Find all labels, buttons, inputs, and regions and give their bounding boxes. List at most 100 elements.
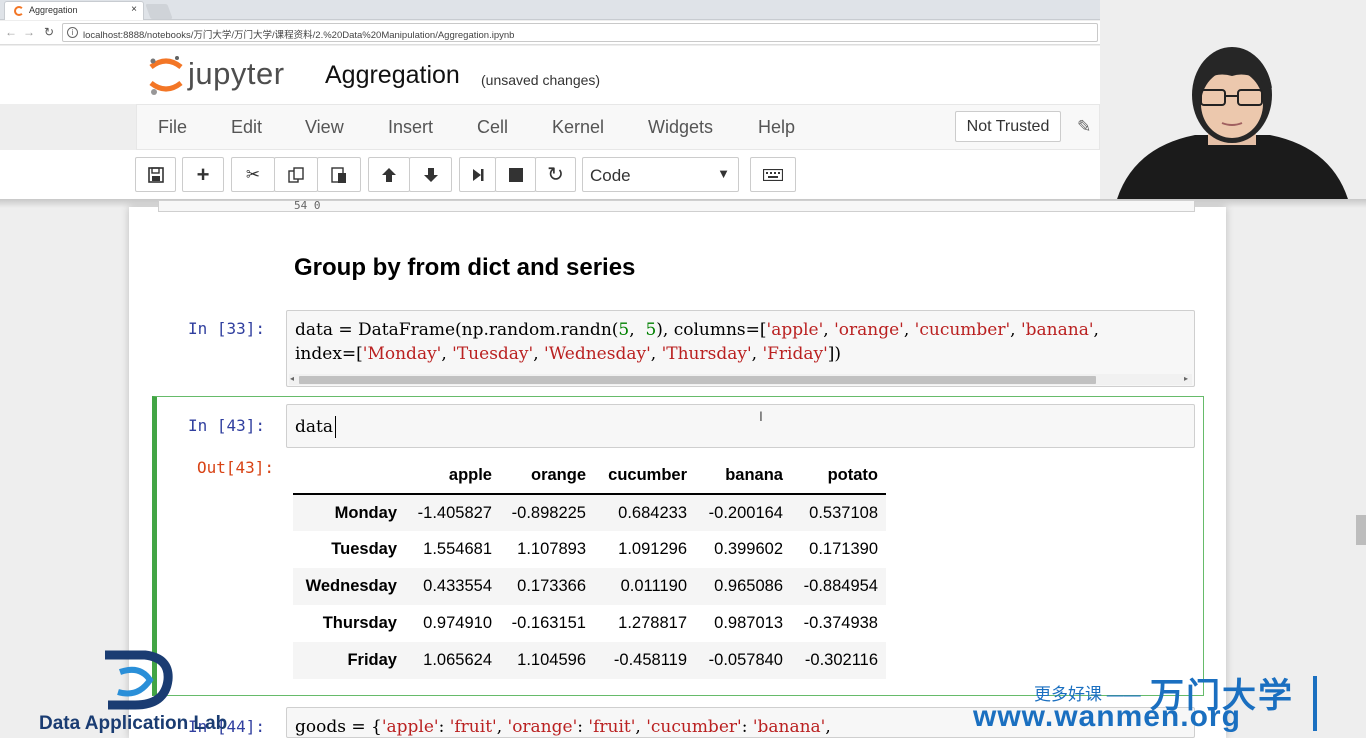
interrupt-button[interactable] <box>495 157 536 192</box>
table-cell: 1.091296 <box>618 540 687 558</box>
table-row: Wednesday 0.433554 0.173366 0.011190 0.9… <box>293 568 886 605</box>
mouse-ibeam-icon: I <box>759 408 763 424</box>
previous-output-fragment: 54 0 <box>158 200 1195 212</box>
table-row: Tuesday 1.554681 1.107893 1.091296 0.399… <box>293 531 886 568</box>
forward-icon[interactable]: → <box>22 25 36 39</box>
row-index: Monday <box>334 503 397 522</box>
keyboard-icon <box>763 168 783 181</box>
table-cell: 1.107893 <box>517 540 586 558</box>
back-icon[interactable]: ← <box>4 25 18 39</box>
table-header-row: apple orange cucumber banana potato <box>293 458 886 495</box>
menu-edit[interactable]: Edit <box>231 117 262 138</box>
table-cell: 1.065624 <box>423 651 492 669</box>
browser-tab[interactable]: Aggregation × <box>4 1 144 20</box>
code-cell-input[interactable] <box>286 404 1195 448</box>
table-cell: 0.987013 <box>714 614 783 632</box>
menu-insert[interactable]: Insert <box>388 117 433 138</box>
row-index: Tuesday <box>331 540 397 558</box>
jupyter-logo-text[interactable]: jupyter <box>188 56 285 92</box>
watermark-url: www.wanmen.org <box>973 700 1241 733</box>
table-cell: 1.554681 <box>423 540 492 558</box>
jupyter-favicon-icon <box>14 6 24 16</box>
table-row: Thursday 0.974910 -0.163151 1.278817 0.9… <box>293 605 886 642</box>
restart-icon: ↻ <box>547 164 564 186</box>
table-cell: -0.163151 <box>511 614 586 632</box>
index-header <box>293 458 405 495</box>
table-cell: 1.278817 <box>618 614 687 632</box>
output-prompt: Out[43]: <box>197 458 275 477</box>
column-header: potato <box>791 458 886 495</box>
jupyter-logo-icon[interactable] <box>148 55 184 97</box>
row-index: Friday <box>347 651 397 669</box>
table-cell: 0.173366 <box>517 577 586 595</box>
scissors-icon: ✂ <box>245 164 261 184</box>
column-header: orange <box>500 458 594 495</box>
save-button[interactable] <box>135 157 176 192</box>
column-header: apple <box>405 458 500 495</box>
table-cell: 0.965086 <box>714 577 783 595</box>
data-application-lab-text: Data Application Lab <box>39 713 228 734</box>
input-prompt: In [33]: <box>188 319 266 338</box>
menu-cell[interactable]: Cell <box>477 117 508 138</box>
cell-type-value: Code <box>590 166 631 185</box>
column-header: banana <box>695 458 791 495</box>
menu-kernel[interactable]: Kernel <box>552 117 604 138</box>
column-header: cucumber <box>594 458 695 495</box>
address-bar-row: ← → ↻ i localhost:8888/notebooks/万门大学/万门… <box>0 21 1100 45</box>
command-palette-button[interactable] <box>750 157 796 192</box>
stop-icon <box>508 167 523 182</box>
menu-widgets[interactable]: Widgets <box>648 117 713 138</box>
run-button[interactable] <box>459 157 496 192</box>
insert-cell-button[interactable]: + <box>182 157 224 192</box>
row-index: Wednesday <box>305 577 397 595</box>
dataframe-table: apple orange cucumber banana potato Mond… <box>293 458 886 679</box>
code-line: index=['Monday', 'Tuesday', 'Wednesday',… <box>295 344 842 364</box>
table-row: Friday 1.065624 1.104596 -0.458119 -0.05… <box>293 642 886 679</box>
page-scrollbar-thumb[interactable] <box>1356 515 1366 545</box>
site-info-icon[interactable]: i <box>67 27 78 38</box>
browser-tab-title: Aggregation <box>29 5 78 15</box>
input-prompt: In [43]: <box>188 416 266 435</box>
markdown-heading[interactable]: Group by from dict and series <box>294 254 635 282</box>
move-down-button[interactable] <box>409 157 452 192</box>
paste-icon <box>331 166 346 183</box>
plus-icon: + <box>196 161 210 187</box>
tab-close-icon[interactable]: × <box>131 4 137 15</box>
paste-button[interactable] <box>317 157 361 192</box>
table-cell: -0.057840 <box>708 651 783 669</box>
copy-button[interactable] <box>274 157 318 192</box>
menu-help[interactable]: Help <box>758 117 795 138</box>
row-index: Thursday <box>322 614 397 632</box>
table-cell: 0.974910 <box>423 614 492 632</box>
table-cell: -0.200164 <box>708 503 783 522</box>
move-up-button[interactable] <box>368 157 410 192</box>
table-cell: 0.684233 <box>618 503 687 522</box>
scrollbar-thumb[interactable] <box>299 376 1096 384</box>
scroll-right-icon[interactable]: ▸ <box>1184 374 1188 383</box>
code-line: data <box>295 417 333 437</box>
table-cell: -0.302116 <box>804 651 878 669</box>
save-status: (unsaved changes) <box>481 72 601 88</box>
restart-button[interactable]: ↻ <box>535 157 576 192</box>
not-trusted-button[interactable]: Not Trusted <box>955 111 1061 142</box>
table-cell: -0.458119 <box>613 651 687 669</box>
table-cell: 0.433554 <box>423 577 492 595</box>
table-cell: 0.537108 <box>809 503 878 522</box>
table-row: Monday -1.405827 -0.898225 0.684233 -0.2… <box>293 494 886 531</box>
scroll-left-icon[interactable]: ◂ <box>290 374 294 383</box>
edit-pencil-icon[interactable]: ✎ <box>1077 117 1091 137</box>
data-application-lab-logo-icon <box>105 650 173 710</box>
menu-file[interactable]: File <box>158 117 187 138</box>
url-text: localhost:8888/notebooks/万门大学/万门大学/课程资料/… <box>83 30 515 41</box>
cut-button[interactable]: ✂ <box>231 157 275 192</box>
webcam-video <box>1100 0 1366 206</box>
reload-icon[interactable]: ↻ <box>42 25 56 39</box>
code-line: data = DataFrame(np.random.randn(5, 5), … <box>295 320 1099 340</box>
table-cell: 1.104596 <box>517 651 586 669</box>
url-field[interactable]: i localhost:8888/notebooks/万门大学/万门大学/课程资… <box>62 23 1098 42</box>
menu-view[interactable]: View <box>305 117 344 138</box>
cell-type-select[interactable]: Code ▼ <box>582 157 739 192</box>
notebook-name[interactable]: Aggregation <box>325 61 460 90</box>
chevron-down-icon: ▼ <box>717 166 730 181</box>
presenter-image <box>1100 0 1366 206</box>
